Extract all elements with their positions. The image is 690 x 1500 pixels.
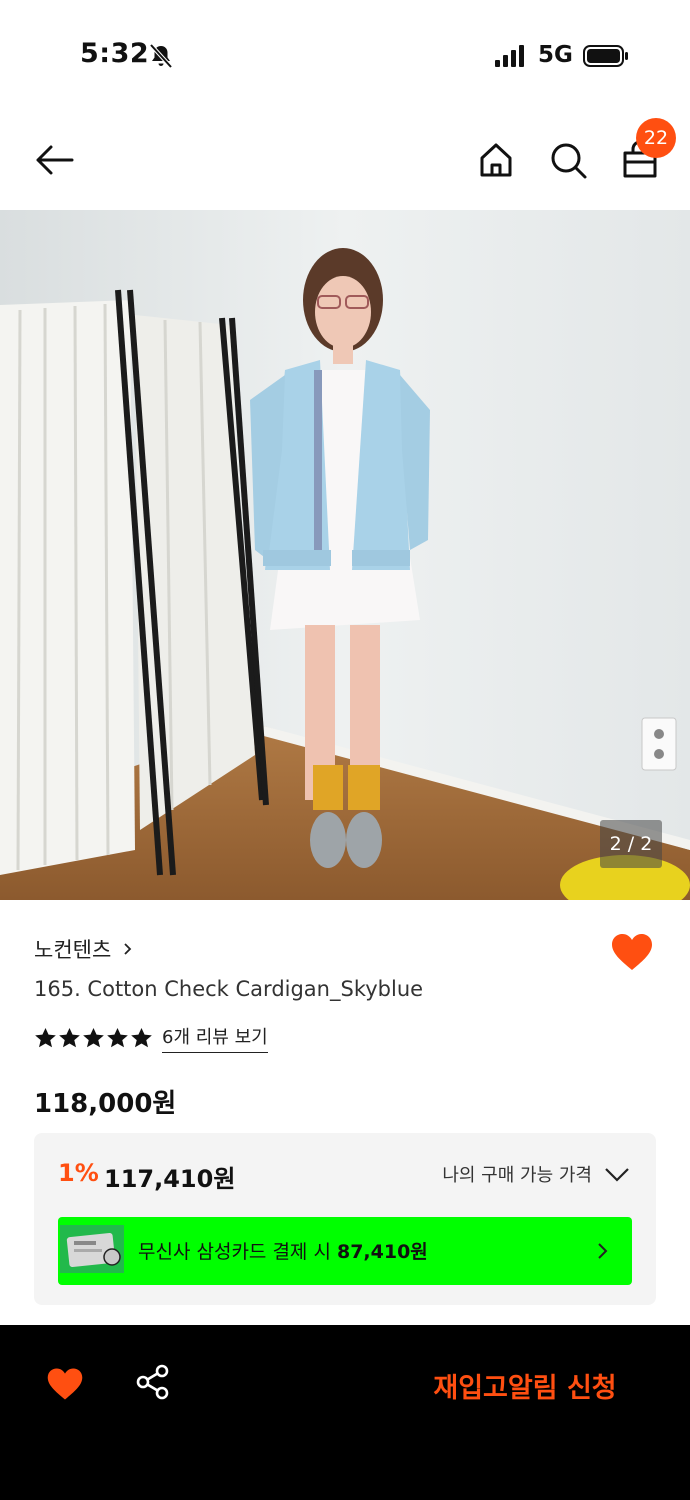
product-photo-illustration [0, 210, 690, 900]
back-arrow-icon[interactable] [34, 140, 74, 180]
search-icon[interactable] [548, 140, 588, 180]
my-price-dropdown[interactable]: 나의 구매 가능 가격 [442, 1161, 630, 1187]
musinsa-card-thumbnail [60, 1225, 124, 1273]
star-icon [83, 1027, 104, 1048]
review-link[interactable]: 6개 리뷰 보기 [162, 1023, 268, 1053]
brand-link[interactable]: 노컨텐츠 [34, 934, 135, 964]
my-price-label: 나의 구매 가능 가격 [442, 1165, 592, 1186]
signal-icon [495, 45, 524, 67]
star-icon [35, 1027, 56, 1048]
image-counter: 2 / 2 [600, 820, 662, 868]
product-image[interactable] [0, 210, 690, 900]
home-icon[interactable] [476, 140, 516, 180]
product-price: 118,000원 [34, 1089, 177, 1119]
heart-icon[interactable] [46, 1366, 84, 1402]
network-type: 5G [538, 42, 573, 68]
star-icon [107, 1027, 128, 1048]
chevron-right-icon [598, 1243, 608, 1259]
product-name: 165. Cotton Check Cardigan_Skyblue [34, 977, 424, 1001]
card-offer-text: 무신사 삼성카드 결제 시 87,410원 [138, 1241, 428, 1263]
card-offer-banner[interactable]: 무신사 삼성카드 결제 시 87,410원 [58, 1217, 632, 1285]
price-box: 1% 117,410원 나의 구매 가능 가격 무신사 삼성카드 결제 시 87… [34, 1133, 656, 1305]
discount-price: 117,410원 [104, 1165, 236, 1193]
discount-rate: 1% [58, 1159, 99, 1187]
bell-slash-icon [149, 43, 173, 69]
heart-icon[interactable] [610, 932, 654, 972]
chevron-down-icon [605, 1168, 629, 1182]
status-bar: 5:32 5G [0, 0, 690, 110]
battery-icon [583, 45, 628, 67]
restock-alert-button[interactable]: 재입고알림 신청 [400, 1363, 650, 1407]
top-nav-bar [0, 110, 690, 210]
star-icon [131, 1027, 152, 1048]
status-time: 5:32 [80, 38, 150, 69]
brand-name: 노컨텐츠 [34, 938, 112, 962]
chevron-right-icon [124, 943, 132, 955]
share-icon[interactable] [134, 1363, 172, 1401]
cart-count-badge: 22 [636, 118, 676, 158]
rating-row: 6개 리뷰 보기 [34, 1023, 268, 1053]
card-offer-price: 87,410원 [336, 1241, 428, 1263]
star-icon [59, 1027, 80, 1048]
bottom-action-bar: 재입고알림 신청 [0, 1325, 690, 1500]
